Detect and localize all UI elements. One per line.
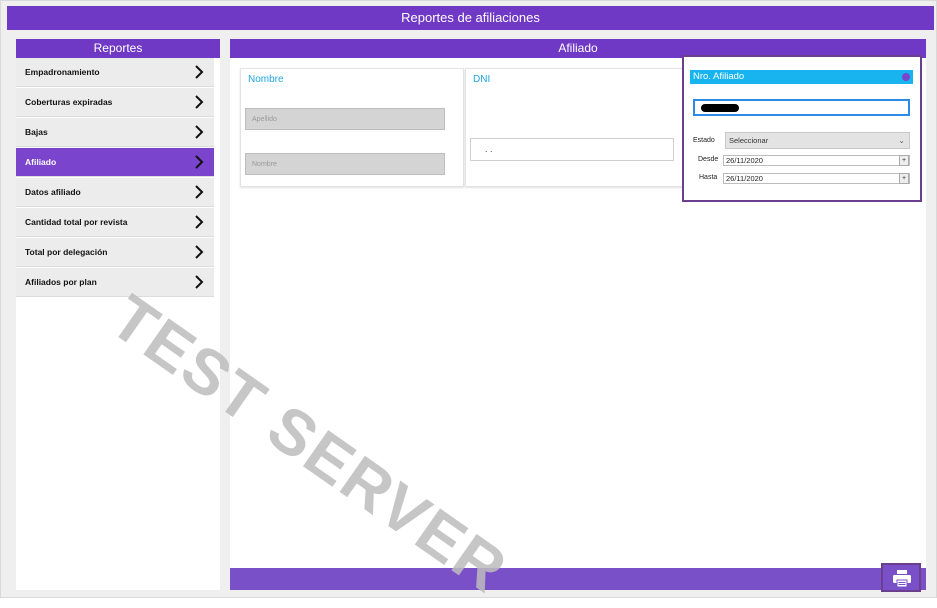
desde-date-input[interactable]: 26/11/2020 + [723,155,910,166]
sidebar-item-label: Afiliados por plan [25,277,97,287]
sidebar-item-cantidad-total-por-revista[interactable]: Cantidad total por revista [16,208,214,237]
nombre-input[interactable]: Nombre [245,153,445,175]
chevron-down-icon: ⌄ [898,136,905,145]
hasta-date-value: 26/11/2020 [726,174,763,183]
print-icon [893,570,911,587]
nombre-card-title: Nombre [248,74,284,85]
chevron-right-icon [192,155,206,169]
dni-input[interactable]: . . [470,138,674,161]
sidebar-item-empadronamiento[interactable]: Empadronamiento [16,58,214,87]
chevron-right-icon [192,215,206,229]
desde-date-value: 26/11/2020 [726,156,763,165]
print-button[interactable] [881,563,921,592]
chevron-right-icon [192,95,206,109]
nro-afiliado-title-bar: Nro. Afiliado [690,70,913,84]
hasta-label: Hasta [699,174,718,181]
hasta-date-input[interactable]: 26/11/2020 + [723,173,910,184]
sidebar-item-bajas[interactable]: Bajas [16,118,214,147]
sidebar: Reportes Empadronamiento Coberturas expi… [16,39,220,590]
sidebar-item-afiliados-por-plan[interactable]: Afiliados por plan [16,268,214,297]
page-title: Reportes de afiliaciones [7,6,934,30]
sidebar-item-datos-afiliado[interactable]: Datos afiliado [16,178,214,207]
chevron-right-icon [192,65,206,79]
nombre-card: Nombre Apellido Nombre [240,68,464,187]
apellido-input[interactable]: Apellido [245,108,445,130]
sidebar-item-label: Coberturas expiradas [25,97,113,107]
sidebar-item-label: Cantidad total por revista [25,217,128,227]
dni-card-title: DNI [473,74,491,85]
sidebar-item-label: Total por delegación [25,247,108,257]
sidebar-title: Reportes [16,39,220,58]
sidebar-list: Empadronamiento Coberturas expiradas Baj… [16,58,220,297]
estado-label: Estado [693,137,715,144]
desde-label: Desde [698,156,719,163]
chevron-right-icon [192,275,206,289]
dni-card: DNI . . [465,68,683,187]
nro-afiliado-panel: Nro. Afiliado Estado Seleccionar ⌄ Desde… [682,55,922,202]
sidebar-item-afiliado[interactable]: Afiliado [16,148,214,177]
sidebar-item-label: Afiliado [25,157,57,167]
chevron-right-icon [192,125,206,139]
chevron-right-icon [192,185,206,199]
chevron-right-icon [192,245,206,259]
estado-select-value: Seleccionar [729,136,769,145]
sidebar-item-total-por-delegacion[interactable]: Total por delegación [16,238,214,267]
nro-afiliado-title: Nro. Afiliado [693,71,745,82]
status-dot-icon [902,73,910,81]
redacted-value [701,104,739,112]
desde-add-button[interactable]: + [899,155,909,166]
estado-select[interactable]: Seleccionar ⌄ [725,132,910,149]
sidebar-item-coberturas-expiradas[interactable]: Coberturas expiradas [16,88,214,117]
sidebar-item-label: Empadronamiento [25,67,100,77]
nro-afiliado-input[interactable] [693,99,910,116]
sidebar-item-label: Bajas [25,127,48,137]
sidebar-item-label: Datos afiliado [25,187,81,197]
hasta-add-button[interactable]: + [899,173,909,184]
